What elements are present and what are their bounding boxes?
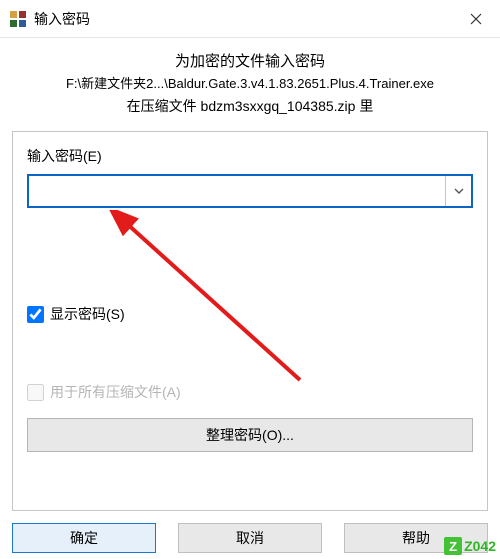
show-password-checkbox[interactable] xyxy=(27,306,44,323)
password-input[interactable] xyxy=(29,176,445,206)
app-icon xyxy=(8,9,28,29)
apply-all-label: 用于所有压缩文件(A) xyxy=(50,382,181,402)
password-label: 输入密码(E) xyxy=(27,146,473,166)
close-button[interactable] xyxy=(452,0,500,37)
organize-passwords-button[interactable]: 整理密码(O)... xyxy=(27,418,473,452)
titlebar: 输入密码 xyxy=(0,0,500,38)
window-title: 输入密码 xyxy=(34,9,452,29)
watermark-z-icon: Z xyxy=(444,537,462,555)
form-group: 输入密码(E) 显示密码(S) 用于所有压缩文件(A) 整理密码(O)... xyxy=(12,131,488,511)
header-filepath: F:\新建文件夹2...\Baldur.Gate.3.v4.1.83.2651.… xyxy=(10,74,490,95)
show-password-row: 显示密码(S) xyxy=(27,304,473,324)
password-dropdown-button[interactable] xyxy=(445,176,471,206)
password-field-wrap xyxy=(27,174,473,208)
watermark: Z Z042 xyxy=(444,537,496,555)
header-archive-name: 在压缩文件 bdzm3sxxgq_104385.zip 里 xyxy=(10,95,490,117)
ok-button[interactable]: 确定 xyxy=(12,523,156,553)
cancel-button[interactable]: 取消 xyxy=(178,523,322,553)
header-prompt: 为加密的文件输入密码 xyxy=(10,50,490,74)
chevron-down-icon xyxy=(454,187,464,195)
show-password-label: 显示密码(S) xyxy=(50,304,125,324)
apply-all-row: 用于所有压缩文件(A) xyxy=(27,382,473,402)
apply-all-checkbox[interactable] xyxy=(27,384,44,401)
close-icon xyxy=(470,13,482,25)
dialog-header: 为加密的文件输入密码 F:\新建文件夹2...\Baldur.Gate.3.v4… xyxy=(0,38,500,123)
watermark-text: Z042 xyxy=(464,538,496,554)
dialog-button-row: 确定 取消 帮助 xyxy=(0,523,500,553)
